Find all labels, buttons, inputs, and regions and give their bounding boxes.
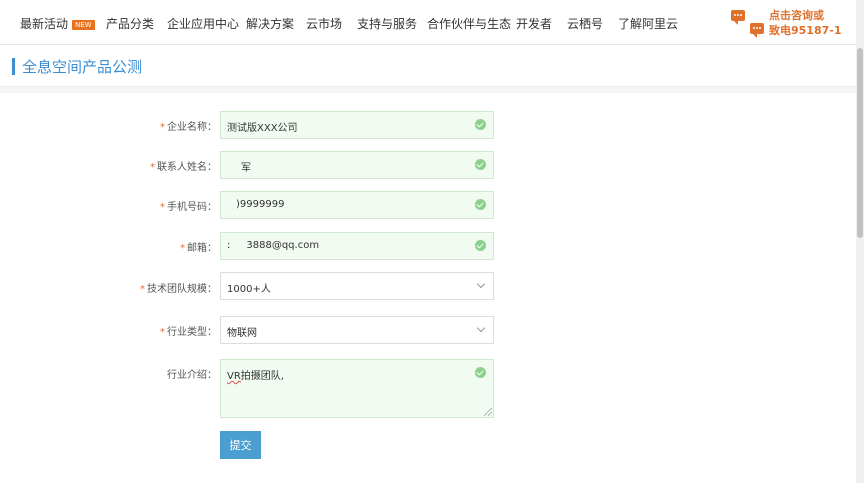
check-circle-icon — [475, 367, 486, 378]
contact-name-input[interactable]: 军 — [220, 151, 494, 179]
check-circle-icon — [475, 159, 486, 170]
nav-item-label: 最新活动 — [20, 17, 69, 31]
label-text: 行业介绍： — [167, 370, 217, 381]
nav-item-developers[interactable]: 开发者 — [516, 15, 552, 32]
nav-item-solutions[interactable]: 解决方案 — [246, 15, 294, 32]
input-value: 军 — [241, 163, 251, 174]
check-circle-icon — [475, 119, 486, 130]
input-value: 测试版XXX公司 — [227, 123, 298, 134]
label-text: 行业类型： — [167, 327, 217, 338]
consult-line-2: 致电95187-1 — [769, 24, 842, 37]
label-text: 联系人姓名： — [157, 162, 217, 173]
nav-item-support[interactable]: 支持与服务 — [357, 15, 417, 32]
team-size-label: * 技术团队规模： — [0, 280, 217, 295]
label-text: 技术团队规模： — [147, 284, 217, 295]
textarea-value-misspelled: VR — [227, 371, 241, 382]
required-mark: * — [180, 243, 185, 254]
required-mark: * — [140, 284, 145, 295]
scrollbar[interactable] — [856, 0, 864, 483]
company-name-label: * 企业名称： — [0, 118, 217, 133]
phone-label: * 手机号码： — [0, 198, 217, 213]
select-value: 物联网 — [227, 328, 257, 339]
chat-icon — [750, 23, 764, 38]
required-mark: * — [150, 162, 155, 173]
page-title: 全息空间产品公测 — [22, 58, 143, 76]
title-accent-bar — [12, 58, 15, 75]
company-name-input[interactable]: 测试版XXX公司 — [220, 111, 494, 139]
required-mark: * — [160, 327, 165, 338]
required-mark: * — [160, 122, 165, 133]
required-mark: * — [160, 202, 165, 213]
new-badge: NEW — [72, 20, 95, 30]
chevron-down-icon — [476, 279, 486, 289]
contact-name-label: * 联系人姓名： — [0, 158, 217, 173]
resize-handle-icon[interactable] — [484, 408, 492, 416]
team-size-select[interactable]: 1000+人 — [220, 272, 494, 300]
select-value: 1000+人 — [227, 284, 271, 295]
nav-item-latest-activity[interactable]: 最新活动 NEW — [20, 15, 95, 32]
nav-item-partners[interactable]: 合作伙伴与生态 — [427, 15, 511, 32]
nav-item-enterprise-apps[interactable]: 企业应用中心 — [167, 15, 239, 32]
email-input[interactable]: :3888@qq.com — [220, 232, 494, 260]
consult-link[interactable]: 点击咨询或 致电95187-1 — [728, 7, 842, 39]
chevron-down-icon — [476, 323, 486, 333]
industry-label: * 行业类型： — [0, 323, 217, 338]
nav-item-about[interactable]: 了解阿里云 — [618, 15, 678, 32]
title-bar: 全息空间产品公测 — [0, 45, 856, 87]
industry-intro-label: 行业介绍： — [0, 366, 217, 381]
input-value: 3888@qq.com — [246, 240, 320, 251]
label-text: 企业名称： — [167, 122, 217, 133]
chat-icon — [731, 10, 745, 25]
nav-item-products[interactable]: 产品分类 — [106, 15, 154, 32]
submit-button[interactable]: 提交 — [220, 431, 261, 459]
check-circle-icon — [475, 199, 486, 210]
textarea-value: 拍摄团队, — [240, 371, 284, 382]
industry-select[interactable]: 物联网 — [220, 316, 494, 344]
phone-input[interactable]: )9999999 — [220, 191, 494, 219]
consult-text: 点击咨询或 致电95187-1 — [769, 8, 842, 38]
input-value: )9999999 — [236, 199, 285, 210]
nav-item-yunqi[interactable]: 云栖号 — [567, 15, 603, 32]
label-text: 邮箱： — [187, 243, 217, 254]
industry-intro-textarea[interactable]: VR拍摄团队, — [220, 359, 494, 418]
label-text: 手机号码： — [167, 202, 217, 213]
email-label: * 邮箱： — [0, 239, 217, 254]
consult-line-1: 点击咨询或 — [769, 9, 824, 22]
check-circle-icon — [475, 240, 486, 251]
scrollbar-thumb[interactable] — [857, 48, 863, 238]
top-nav: 最新活动 NEW 产品分类 企业应用中心 解决方案 云市场 支持与服务 合作伙伴与… — [0, 0, 856, 45]
nav-item-marketplace[interactable]: 云市场 — [306, 15, 342, 32]
